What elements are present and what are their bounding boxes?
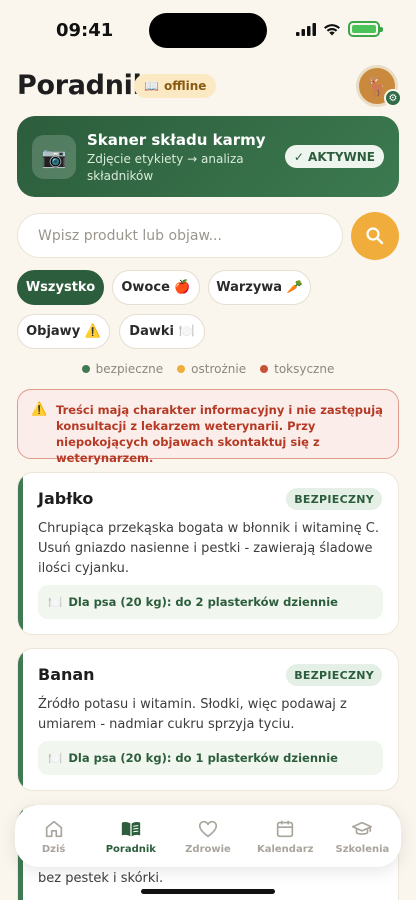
search-icon [366, 227, 384, 245]
search-button[interactable] [351, 212, 399, 260]
nav-item-training[interactable]: Szkolenia [324, 805, 401, 867]
legend-label: ostrożnie [191, 362, 247, 376]
signal-icon [296, 22, 316, 36]
legend-label: toksyczne [274, 362, 335, 376]
scanner-status-badge: ✓ AKTYWNE [284, 145, 384, 168]
nav-item-health[interactable]: Zdrowie [169, 805, 246, 867]
legend-dot-caution [177, 365, 186, 373]
filter-chip-doses[interactable]: Dawki 🍽️ [119, 314, 205, 349]
safety-badge: BEZPIECZNY [286, 664, 382, 686]
nav-label: Kalendarz [256, 843, 314, 855]
scanner-title: Skaner składu karmy [87, 131, 266, 149]
legend-item-caution: ostrożnie [177, 362, 246, 376]
scanner-subtitle: Zdjęcie etykiety → analiza składników [87, 152, 244, 183]
card-description: Źródło potasu i witamin. Słodki, więc po… [38, 697, 347, 732]
camera-icon: 📷 [32, 135, 76, 179]
dose-text: Dla psa (20 kg): do 1 plasterków dzienni… [68, 751, 338, 765]
legend-item-safe: bezpieczne [81, 362, 164, 376]
dynamic-island [149, 13, 267, 48]
plate-icon: 🍽️ [48, 595, 63, 609]
search-input[interactable] [17, 213, 343, 258]
plate-icon: 🍽️ [48, 751, 63, 765]
status-bar: 09:41 [0, 0, 416, 60]
dose-info: 🍽️ Dla psa (20 kg): do 1 plasterków dzie… [38, 741, 383, 775]
nav-label: Szkolenia [335, 843, 390, 855]
battery-icon [348, 21, 383, 37]
wifi-icon [324, 23, 340, 35]
heart-icon [198, 820, 218, 837]
warning-icon: ⚠️ [31, 402, 48, 417]
dose-info: 🍽️ Dla psa (20 kg): do 2 plasterków dzie… [38, 585, 383, 619]
filter-chip-symptoms[interactable]: Objawy ⚠️ [17, 314, 110, 349]
warning-text: Treści mają charakter informacyjny i nie… [56, 403, 383, 465]
home-indicator [141, 889, 275, 894]
card-description: Chrupiąca przekąska bogata w błonnik i w… [38, 521, 380, 576]
bottom-navigation: Dziś Poradnik Zdrowie Kalendarz Szkoleni… [15, 805, 401, 867]
nav-item-today[interactable]: Dziś [15, 805, 92, 867]
filter-chip-all[interactable]: Wszystko [17, 270, 104, 305]
card-description: bez pestek i skórki. [38, 871, 164, 886]
nav-label: Zdrowie [185, 843, 231, 855]
disclaimer-warning: ⚠️ Treści mają charakter informacyjny i … [17, 389, 399, 465]
calendar-icon [277, 820, 294, 837]
safety-legend: bezpieczne ostrożnie toksyczne [0, 362, 416, 376]
card-title: Jabłko [38, 489, 94, 508]
food-card-apple[interactable]: Jabłko BEZPIECZNY Chrupiąca przekąska bo… [17, 472, 399, 635]
filter-chip-fruits[interactable]: Owoce 🍎 [112, 270, 200, 305]
nav-label: Poradnik [105, 843, 156, 855]
legend-item-toxic: toksyczne [260, 362, 334, 376]
legend-label: bezpieczne [95, 362, 164, 376]
card-title: Banan [38, 665, 95, 684]
nav-label: Dziś [41, 843, 66, 855]
legend-dot-toxic [260, 365, 269, 373]
book-icon: 📖 [144, 79, 159, 93]
home-icon [45, 820, 62, 837]
settings-gear-icon[interactable]: ⚙ [384, 89, 402, 107]
safety-badge: BEZPIECZNY [286, 488, 382, 510]
filter-chip-vegetables[interactable]: Warzywa 🥕 [208, 270, 311, 305]
graduation-cap-icon [352, 821, 373, 835]
nav-item-calendar[interactable]: Kalendarz [247, 805, 324, 867]
book-icon [121, 821, 140, 836]
nav-item-guide[interactable]: Poradnik [92, 805, 169, 867]
status-time: 09:41 [56, 20, 114, 41]
status-icons [296, 21, 383, 37]
food-scanner-card[interactable]: 📷 Skaner składu karmy Zdjęcie etykiety →… [17, 116, 399, 197]
offline-badge: 📖 offline [134, 74, 217, 98]
page-title: Poradnik [17, 70, 151, 101]
food-card-banana[interactable]: Banan BEZPIECZNY Źródło potasu i witamin… [17, 648, 399, 791]
legend-dot-safe [81, 365, 90, 373]
dose-text: Dla psa (20 kg): do 2 plasterków dzienni… [68, 595, 338, 609]
offline-badge-label: offline [163, 79, 207, 93]
